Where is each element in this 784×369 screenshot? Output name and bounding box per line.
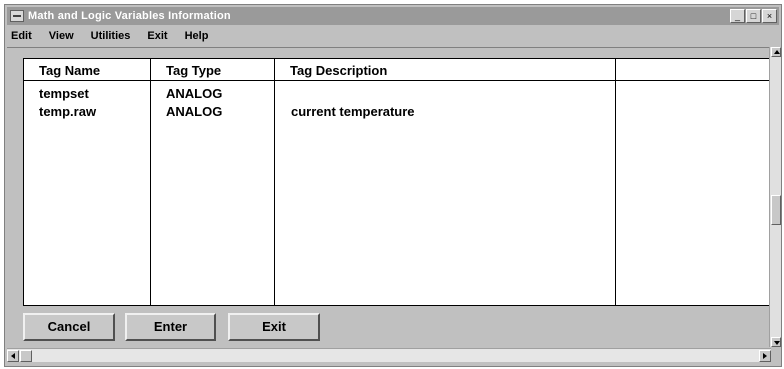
enter-button[interactable]: Enter xyxy=(125,313,216,341)
minimize-button[interactable]: _ xyxy=(730,9,745,23)
exit-button[interactable]: Exit xyxy=(228,313,320,341)
horizontal-scroll-thumb[interactable] xyxy=(20,350,32,362)
cancel-button[interactable]: Cancel xyxy=(23,313,115,341)
table-header: Tag Name Tag Type Tag Description xyxy=(24,59,770,81)
cell-tag-name: tempset xyxy=(39,86,89,101)
menu-utilities[interactable]: Utilities xyxy=(91,30,131,42)
table-row[interactable]: tempset ANALOG xyxy=(24,87,770,101)
cell-tag-name: temp.raw xyxy=(39,104,97,119)
header-tag-description[interactable]: Tag Description xyxy=(290,63,387,78)
menu-exit[interactable]: Exit xyxy=(147,30,167,42)
scroll-up-icon[interactable] xyxy=(771,47,781,57)
system-menu-icon[interactable] xyxy=(10,10,24,22)
vertical-scrollbar[interactable] xyxy=(769,47,781,347)
maximize-button[interactable]: □ xyxy=(746,9,761,23)
window-title: Math and Logic Variables Information xyxy=(28,10,231,22)
menu-help[interactable]: Help xyxy=(185,30,209,42)
header-tag-type[interactable]: Tag Type xyxy=(166,63,221,78)
table-row[interactable]: temp.raw ANALOG current temperature xyxy=(24,105,770,119)
menu-edit[interactable]: Edit xyxy=(11,30,32,42)
scroll-right-icon[interactable] xyxy=(759,350,771,362)
close-button[interactable]: × xyxy=(762,9,777,23)
menu-bar: Edit View Utilities Exit Help xyxy=(11,27,225,45)
menu-view[interactable]: View xyxy=(49,30,74,42)
tag-table: Tag Name Tag Type Tag Description tempse… xyxy=(23,58,771,306)
title-bar[interactable]: Math and Logic Variables Information _ □… xyxy=(7,7,779,25)
cell-tag-type: ANALOG xyxy=(166,104,223,119)
scroll-left-icon[interactable] xyxy=(7,350,19,362)
cell-tag-type: ANALOG xyxy=(166,86,223,101)
vertical-scroll-thumb[interactable] xyxy=(771,195,781,225)
client-area: Tag Name Tag Type Tag Description tempse… xyxy=(7,47,771,347)
main-window: Math and Logic Variables Information _ □… xyxy=(4,4,782,367)
cell-tag-description: current temperature xyxy=(291,104,415,119)
header-tag-name[interactable]: Tag Name xyxy=(39,63,100,78)
scroll-down-icon[interactable] xyxy=(771,337,781,347)
horizontal-scrollbar[interactable] xyxy=(7,348,771,362)
window-controls: _ □ × xyxy=(730,9,777,23)
